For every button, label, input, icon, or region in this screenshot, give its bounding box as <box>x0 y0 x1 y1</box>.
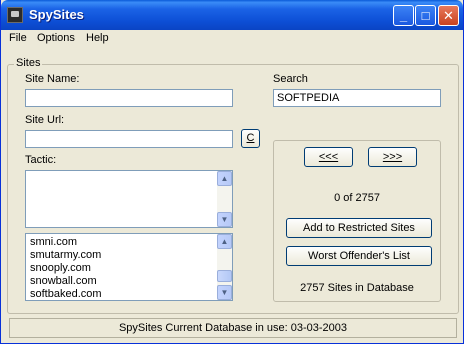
search-input[interactable]: SOFTPEDIA <box>273 89 441 107</box>
list-item[interactable]: snooply.com <box>30 262 91 275</box>
maximize-button[interactable]: □ <box>415 5 436 26</box>
scroll-down-icon[interactable]: ▼ <box>217 285 232 300</box>
next-button[interactable]: >>> <box>368 147 417 167</box>
close-icon: ✕ <box>443 8 454 23</box>
menu-file[interactable]: File <box>9 32 27 44</box>
list-item[interactable]: smutarmy.com <box>30 249 101 262</box>
menu-help[interactable]: Help <box>86 32 109 44</box>
scroll-thumb[interactable] <box>217 270 232 282</box>
previous-button-label: <<< <box>318 151 339 163</box>
scroll-down-icon[interactable]: ▼ <box>217 212 232 227</box>
scroll-up-icon[interactable]: ▲ <box>217 234 232 249</box>
next-button-label: >>> <box>382 151 403 163</box>
tactic-label: Tactic: <box>25 154 57 166</box>
add-restricted-button[interactable]: Add to Restricted Sites <box>286 218 432 238</box>
sites-group-label: Sites <box>14 57 43 69</box>
main-window: SpySites _ □ ✕ File Options Help Sites S… <box>0 0 464 344</box>
site-list-scrollbar[interactable]: ▲ ▼ <box>217 234 232 300</box>
status-bar: SpySites Current Database in use: 03-03-… <box>9 318 457 338</box>
minimize-button[interactable]: _ <box>393 5 414 26</box>
c-button[interactable]: C <box>241 129 260 148</box>
result-counter: 0 of 2757 <box>334 192 380 204</box>
menu-options[interactable]: Options <box>37 32 75 44</box>
status-text: SpySites Current Database in use: 03-03-… <box>118 322 348 334</box>
list-item[interactable]: snowball.com <box>30 275 97 288</box>
sites-in-database: 2757 Sites in Database <box>300 282 414 294</box>
list-item[interactable]: softbaked.com <box>30 288 102 300</box>
close-button[interactable]: ✕ <box>438 5 459 26</box>
tactic-textarea[interactable]: ▲ ▼ <box>25 170 233 228</box>
maximize-icon: □ <box>421 8 430 23</box>
previous-button[interactable]: <<< <box>304 147 353 167</box>
minimize-icon: _ <box>399 8 408 23</box>
site-name-input[interactable] <box>25 89 233 107</box>
site-list[interactable]: smni.com smutarmy.com snooply.com snowba… <box>25 233 233 301</box>
worst-offenders-button[interactable]: Worst Offender's List <box>286 246 432 266</box>
c-button-label: C <box>246 132 255 144</box>
title-bar[interactable]: SpySites _ □ ✕ <box>1 0 463 30</box>
site-name-label: Site Name: <box>25 73 80 85</box>
list-item[interactable]: smni.com <box>30 236 77 249</box>
menu-bar: File Options Help <box>1 30 463 48</box>
site-url-input[interactable] <box>25 130 233 148</box>
window-title: SpySites <box>29 7 84 22</box>
site-url-label: Site Url: <box>25 114 65 126</box>
tactic-scrollbar[interactable]: ▲ ▼ <box>217 171 232 227</box>
scroll-up-icon[interactable]: ▲ <box>217 171 232 186</box>
search-label: Search <box>273 73 308 85</box>
app-icon <box>7 7 23 23</box>
